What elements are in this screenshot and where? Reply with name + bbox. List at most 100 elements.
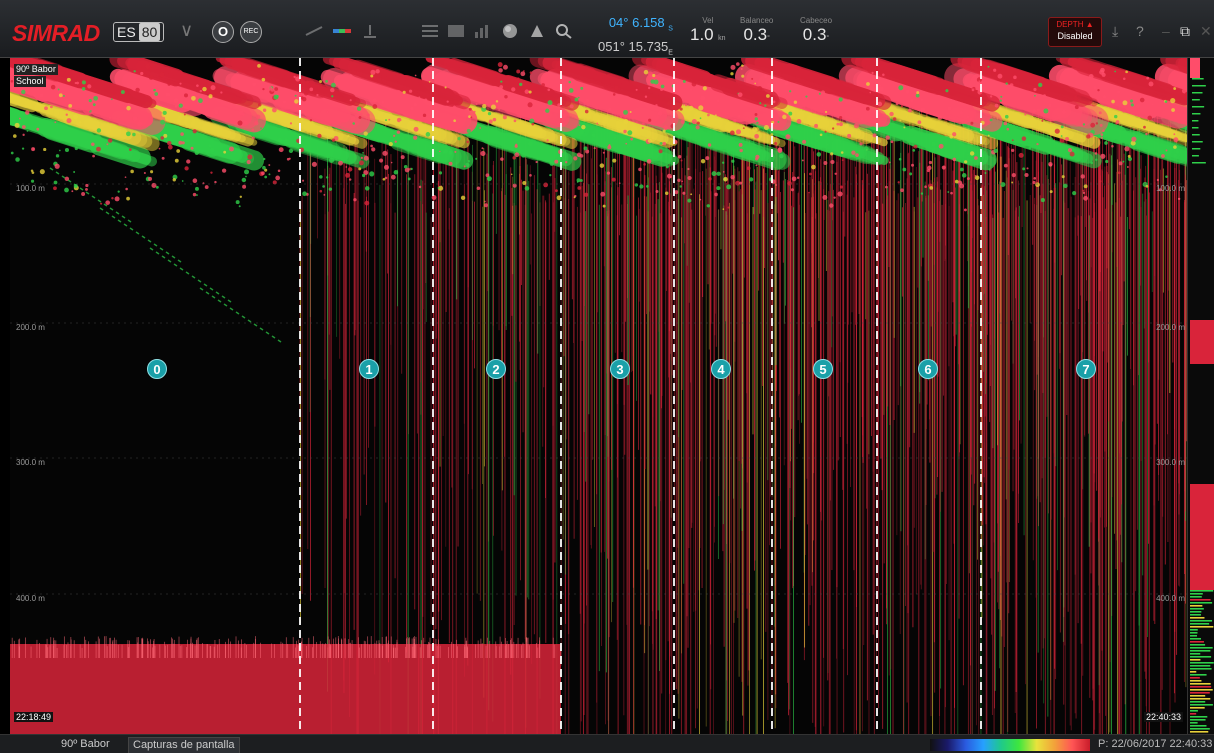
echo-speck <box>626 143 631 148</box>
echo-speck <box>889 111 894 117</box>
echo-speck <box>801 159 804 162</box>
echo-speck <box>596 122 599 125</box>
echo-speck <box>468 107 472 111</box>
echo-speck <box>390 174 396 180</box>
echo-speck <box>173 97 179 103</box>
echo-speck <box>872 133 877 138</box>
section-marker: 0 <box>147 359 167 379</box>
fish-trace <box>173 263 178 267</box>
fish-trace <box>167 259 172 263</box>
echo-speck <box>770 133 774 136</box>
echo-speck <box>245 175 247 178</box>
echo-speck <box>220 91 223 94</box>
fish-trace <box>203 283 208 287</box>
echo-speck <box>834 172 837 175</box>
echo-speck <box>470 116 473 119</box>
echo-speck <box>847 133 852 138</box>
beacon-icon[interactable] <box>527 23 547 39</box>
echo-speck <box>403 164 408 169</box>
echo-speck <box>583 146 588 151</box>
transducer-icon[interactable] <box>304 23 324 39</box>
menu-icon[interactable] <box>420 23 440 39</box>
pitch-label: Cabeceo <box>800 16 833 25</box>
echo-speck <box>659 141 663 145</box>
echo-speck <box>913 144 918 149</box>
fish-trace <box>215 291 220 295</box>
echo-speck <box>385 119 387 122</box>
depth-label-right: 400.0 m <box>1156 594 1185 603</box>
echo-speck <box>646 159 652 164</box>
echo-speck <box>284 138 288 142</box>
color-scale-bar <box>930 739 1090 751</box>
echo-speck <box>360 112 363 116</box>
record-button[interactable]: REC <box>240 21 262 43</box>
echo-speck <box>85 187 88 191</box>
echo-speck <box>839 122 843 127</box>
echo-speck <box>790 188 794 192</box>
echo-speck <box>730 64 736 70</box>
alarm-triangle-icon: ▲ <box>1085 20 1094 29</box>
echo-speck <box>396 130 401 134</box>
tab-screen-captures[interactable]: Capturas de pantalla <box>128 737 240 753</box>
echo-speck <box>257 63 261 68</box>
echo-speck <box>1114 70 1117 73</box>
pin-icon[interactable]: ⤓ <box>1112 23 1118 40</box>
restore-icon[interactable]: ⧉ <box>1180 23 1190 40</box>
echo-speck <box>1049 190 1053 194</box>
fish-trace <box>117 219 122 223</box>
echo-speck <box>759 102 762 105</box>
help-button[interactable]: ? <box>1136 23 1144 39</box>
echo-speck <box>899 119 902 122</box>
strip-segment <box>1190 484 1214 590</box>
echo-speck <box>364 200 370 206</box>
echo-speck <box>85 183 89 188</box>
channel-label: 90º Babor <box>14 64 58 75</box>
echo-speck <box>383 164 389 170</box>
echo-speck <box>788 111 793 116</box>
tab-channel[interactable]: 90º Babor <box>57 737 114 752</box>
echogram-view[interactable]: 90º Babor School 100.0 m 200.0 m 300.0 m… <box>10 58 1187 734</box>
echo-speck <box>871 71 874 74</box>
echo-speck <box>30 179 35 183</box>
echo-speck <box>316 93 319 97</box>
echo-speck <box>1115 120 1120 124</box>
sphere-icon[interactable] <box>500 23 520 39</box>
echo-speck <box>1005 82 1008 85</box>
echo-speck <box>591 133 596 138</box>
echo-speck <box>328 187 333 191</box>
strip-tick <box>1190 728 1210 730</box>
echo-speck <box>129 148 132 152</box>
echo-speck <box>1082 123 1086 126</box>
echo-speck <box>924 185 927 189</box>
echo-speck <box>699 117 702 120</box>
echo-speck <box>1165 149 1168 152</box>
strip-tick <box>1190 671 1197 673</box>
fish-trace <box>161 255 166 259</box>
color-scale-icon[interactable] <box>332 23 352 39</box>
echo-speck <box>15 157 20 162</box>
echo-speck <box>14 122 20 128</box>
echo-speck <box>393 170 399 175</box>
echo-speck <box>1125 70 1128 74</box>
minimize-icon[interactable]: – <box>1162 23 1170 39</box>
echo-speck <box>774 142 778 146</box>
bottom-icon[interactable] <box>360 23 380 39</box>
echo-speck <box>755 154 760 159</box>
echo-speck <box>150 170 154 174</box>
layout-icon[interactable] <box>446 23 466 39</box>
echo-speck <box>1040 198 1045 203</box>
strip-tick <box>1190 710 1198 712</box>
depth-label-left: 100.0 m <box>16 184 45 193</box>
echo-speck <box>721 161 725 164</box>
depth-alarm-button[interactable]: DEPTH ▲ Disabled <box>1048 17 1102 47</box>
echo-speck <box>657 110 663 116</box>
echo-speck <box>196 84 199 87</box>
chevron-down-icon[interactable]: ∨ <box>180 20 193 41</box>
echo-speck <box>483 200 486 203</box>
echo-speck <box>1043 108 1049 114</box>
close-icon[interactable]: ✕ <box>1200 23 1212 40</box>
histogram-icon[interactable] <box>472 23 492 39</box>
echo-speck <box>607 145 612 150</box>
ping-on-off-button[interactable]: O <box>212 21 234 43</box>
zoom-icon[interactable] <box>554 23 574 39</box>
